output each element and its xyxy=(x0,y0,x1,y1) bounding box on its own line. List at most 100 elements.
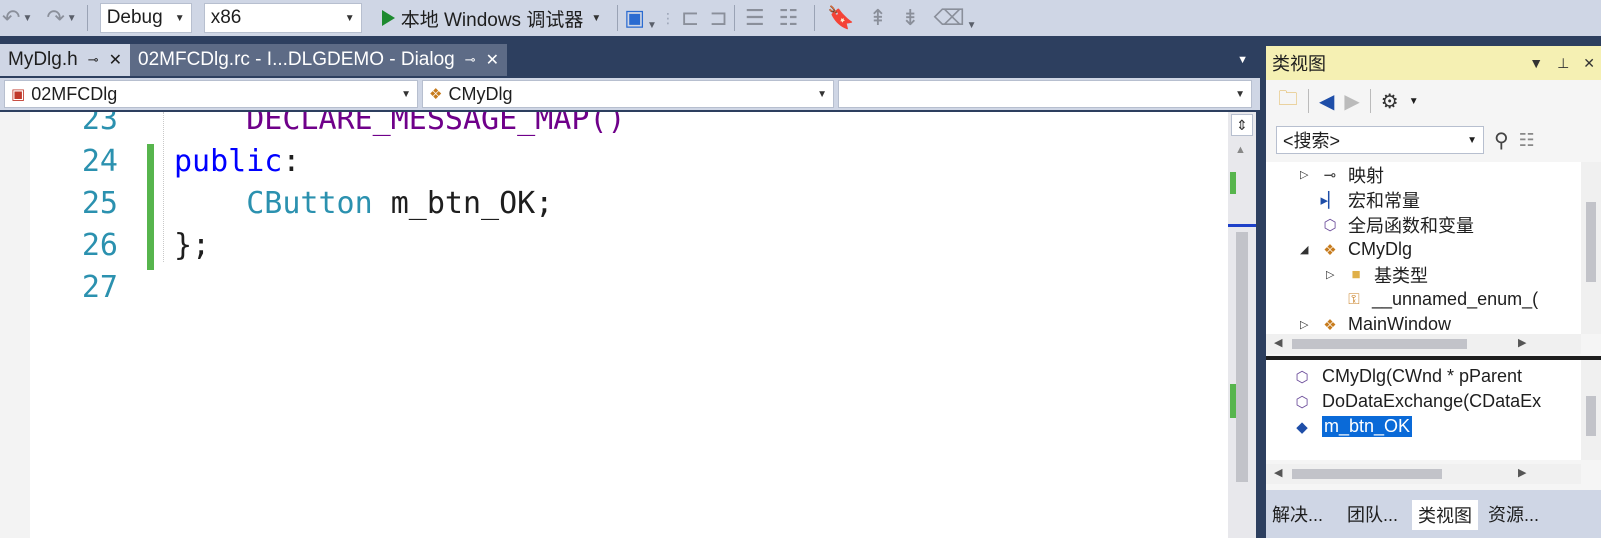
tree-horizontal-scrollbar[interactable]: ◀ ▶ xyxy=(1266,334,1581,354)
member-dropdown[interactable]: ▼ xyxy=(838,80,1252,108)
expand-icon[interactable]: ▷ xyxy=(1326,268,1338,281)
scrollbar-thumb[interactable] xyxy=(1586,202,1596,282)
redo-icon[interactable]: ↷ xyxy=(46,4,64,32)
tab-solution-explorer[interactable]: 解决... xyxy=(1266,498,1329,530)
tree-item-label: MainWindow xyxy=(1348,314,1452,334)
chevron-down-icon[interactable]: ▼ xyxy=(591,13,601,24)
tree-item-base-types[interactable]: ▷ ■ 基类型 xyxy=(1326,262,1428,287)
tab-class-view[interactable]: 类视图 xyxy=(1412,498,1479,530)
member-item-m-btn-ok[interactable]: ◆ m_btn_OK xyxy=(1292,414,1413,439)
new-folder-icon[interactable]: 🗀 xyxy=(1278,84,1298,118)
tree-item-globals[interactable]: ⬡ 全局函数和变量 xyxy=(1320,212,1474,237)
forward-icon[interactable]: ▶ xyxy=(1344,89,1359,114)
undo-icon[interactable]: ↶ xyxy=(2,4,20,32)
code-line[interactable]: 26 }; xyxy=(0,228,1220,270)
expand-icon[interactable]: ▷ xyxy=(1300,318,1312,331)
code-editor[interactable]: 23 DECLARE_MESSAGE_MAP() 24 public: 25 C… xyxy=(0,112,1256,538)
project-value: 02MFCDlg xyxy=(31,83,118,104)
scroll-left-icon[interactable]: ◀ xyxy=(1274,336,1282,349)
close-icon[interactable]: ✕ xyxy=(109,50,122,70)
member-item-constructor[interactable]: ⬡ CMyDlg(CWnd * pParent xyxy=(1292,364,1522,389)
scrollbar-thumb[interactable] xyxy=(1292,469,1442,479)
outdent-icon[interactable]: ☰ xyxy=(745,4,765,32)
expand-icon[interactable]: ▷ xyxy=(1300,168,1312,181)
member-item-dodataexchange[interactable]: ⬡ DoDataExchange(CDataEx xyxy=(1292,389,1541,414)
scrollbar-thumb[interactable] xyxy=(1292,339,1467,349)
tab-resource-view[interactable]: 资源... xyxy=(1482,498,1545,530)
gear-icon[interactable]: ⚙ xyxy=(1381,89,1399,114)
find-in-files-icon[interactable]: ▣ xyxy=(624,4,645,32)
toolbar-overflow-icon[interactable]: ▼ xyxy=(647,20,657,31)
identifier-token: m_btn_OK; xyxy=(372,186,554,221)
comment-icon[interactable]: ⊏ xyxy=(681,4,699,32)
redo-dropdown-icon[interactable]: ▼ xyxy=(67,13,77,24)
code-line[interactable]: 27 xyxy=(0,270,1220,312)
class-icon: ❖ xyxy=(1323,316,1337,334)
chevron-down-icon[interactable]: ▼ xyxy=(1529,55,1543,72)
code-line[interactable]: 24 public: xyxy=(0,144,1220,186)
members-list[interactable]: ⬡ CMyDlg(CWnd * pParent ⬡ DoDataExchange… xyxy=(1266,360,1601,460)
tab-label: 解决... xyxy=(1272,505,1324,525)
settings-icon[interactable]: ☷ xyxy=(1519,130,1535,151)
key-icon: ⊸ xyxy=(1323,166,1337,184)
tree-item-maps[interactable]: ▷ ⊸ 映射 xyxy=(1300,162,1384,187)
tab-team-explorer[interactable]: 团队... xyxy=(1341,498,1404,530)
tree-item-cmydlg[interactable]: ◢ ❖ CMyDlg xyxy=(1300,237,1412,262)
scroll-up-icon[interactable]: ▲ xyxy=(1235,144,1246,156)
panel-title: 类视图 xyxy=(1272,54,1326,74)
members-horizontal-scrollbar[interactable]: ◀ ▶ xyxy=(1266,464,1581,484)
clear-bookmarks-icon[interactable]: ⌫ xyxy=(934,4,965,32)
tab-02mfcdlg-rc-dialog[interactable]: 02MFCDlg.rc - I...DLGDEMO - Dialog ⊸ ✕ xyxy=(130,44,508,76)
start-debugging-button[interactable]: 本地 Windows 调试器 ▼ xyxy=(376,3,612,33)
pin-icon[interactable]: ⊥ xyxy=(1557,55,1569,72)
panel-title-bar[interactable]: 类视图 ▼ ⊥ ✕ xyxy=(1266,46,1601,80)
class-dropdown[interactable]: ❖ CMyDlg ▼ xyxy=(422,80,834,108)
indent-icon[interactable]: ☷ xyxy=(779,4,799,32)
search-row: <搜索> ▼ ⚲ ☷ xyxy=(1266,122,1601,158)
tree-item-mainwindow[interactable]: ▷ ❖ MainWindow xyxy=(1300,312,1451,334)
close-icon[interactable]: ✕ xyxy=(1583,55,1595,72)
solution-platform-dropdown[interactable]: x86 ▼ xyxy=(203,3,362,33)
keyword-token: public xyxy=(174,144,283,179)
undo-dropdown-icon[interactable]: ▼ xyxy=(22,13,32,24)
start-debugging-label: 本地 Windows 调试器 xyxy=(400,9,584,31)
scrollbar-thumb[interactable] xyxy=(1236,232,1248,482)
tree-item-label: 映射 xyxy=(1348,165,1384,186)
code-line[interactable]: 23 DECLARE_MESSAGE_MAP() xyxy=(0,112,1220,144)
pin-icon[interactable]: ⊸ xyxy=(465,52,476,68)
uncomment-icon[interactable]: ⊐ xyxy=(709,4,727,32)
tab-label: 02MFCDlg.rc - I...DLGDEMO - Dialog xyxy=(138,49,455,70)
close-icon[interactable]: ✕ xyxy=(486,50,499,70)
tab-mydlg-h[interactable]: MyDlg.h ⊸ ✕ xyxy=(0,44,130,76)
tool-window-tabs: 解决... 团队... 类视图 资源... xyxy=(1266,490,1601,538)
chevron-down-icon[interactable]: ▼ xyxy=(1409,96,1419,107)
editor-vertical-scrollbar[interactable]: ⇕ ▲ xyxy=(1228,112,1256,538)
project-dropdown[interactable]: ▣ 02MFCDlg ▼ xyxy=(4,80,418,108)
code-line[interactable]: 25 CButton m_btn_OK; xyxy=(0,186,1220,228)
bookmark-icon[interactable]: 🔖 xyxy=(827,4,854,32)
toolbar-overflow-icon[interactable]: ▼ xyxy=(967,20,977,31)
tree-vertical-scrollbar[interactable] xyxy=(1581,162,1601,334)
toolbar-separator xyxy=(1369,89,1371,113)
collapse-icon[interactable]: ◢ xyxy=(1300,243,1312,256)
scroll-right-icon[interactable]: ▶ xyxy=(1518,466,1526,479)
scrollbar-thumb[interactable] xyxy=(1586,396,1596,436)
line-number: 27 xyxy=(81,270,118,305)
search-input[interactable]: <搜索> ▼ xyxy=(1276,126,1484,154)
back-icon[interactable]: ◀ xyxy=(1319,89,1334,114)
members-vertical-scrollbar[interactable] xyxy=(1581,360,1601,460)
scroll-left-icon[interactable]: ◀ xyxy=(1274,466,1282,479)
tree-item-enum[interactable]: ⚿ __unnamed_enum_( xyxy=(1344,287,1538,312)
previous-bookmark-icon[interactable]: ⇞ xyxy=(869,4,887,32)
tab-overflow-icon[interactable]: ▼ xyxy=(1237,54,1248,66)
tree-item-macros[interactable]: ▸▏ 宏和常量 xyxy=(1320,187,1420,212)
tree-item-label: CMyDlg xyxy=(1348,239,1413,259)
split-window-icon[interactable]: ⇕ xyxy=(1231,114,1253,136)
solution-configuration-dropdown[interactable]: Debug ▼ xyxy=(99,3,192,33)
scroll-right-icon[interactable]: ▶ xyxy=(1518,336,1526,349)
tree-item-label: 全局函数和变量 xyxy=(1348,215,1474,236)
pin-icon[interactable]: ⊸ xyxy=(88,52,99,68)
search-icon[interactable]: ⚲ xyxy=(1494,128,1509,153)
next-bookmark-icon[interactable]: ⇟ xyxy=(901,4,919,32)
class-tree[interactable]: ▷ ⊸ 映射 ▸▏ 宏和常量 ⬡ 全局函数和变量 ◢ ❖ CMyDlg ▷ ■ … xyxy=(1266,162,1601,334)
